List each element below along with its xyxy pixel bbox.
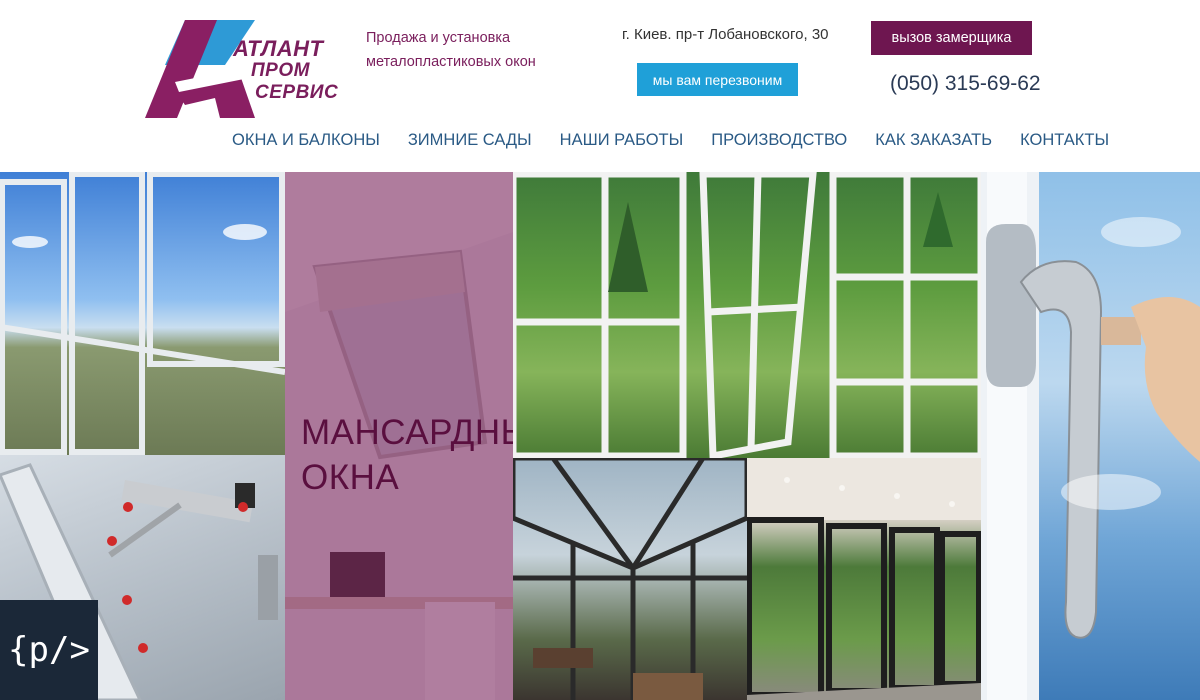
tagline-line-2: металопластиковых окон (366, 54, 536, 70)
main-nav: ОКНА И БАЛКОНЫ ЗИМНИЕ САДЫ НАШИ РАБОТЫ П… (232, 131, 1137, 150)
phone-number[interactable]: (050) 315-69-62 (890, 72, 1041, 96)
callback-button[interactable]: мы вам перезвоним (637, 63, 798, 96)
nav-item-production[interactable]: ПРОИЗВОДСТВО (711, 131, 847, 150)
garden-window-frame-graphic (513, 172, 981, 458)
winter-garden-photo[interactable] (513, 458, 747, 700)
sliding-doors-photo[interactable] (747, 458, 981, 700)
sliding-doors-frame-graphic (747, 458, 981, 700)
call-measurer-button[interactable]: вызов замерщика (871, 21, 1032, 55)
logo-line-3: СЕРВИС (255, 82, 339, 103)
page: АТЛАНТ ПРОМ СЕРВИС Продажа и установка м… (0, 0, 1200, 700)
site-builder-badge[interactable]: {p/> (0, 600, 98, 700)
attic-caption-line-2: ОКНА (301, 458, 400, 497)
window-handle-photo[interactable] (981, 172, 1200, 700)
winter-garden-frame-graphic (513, 458, 747, 700)
attic-windows-caption: МАНСАРДНЫЕ ОКНА (301, 410, 513, 500)
nav-item-winter-gardens[interactable]: ЗИМНИЕ САДЫ (408, 131, 532, 150)
garden-view-windows-photo[interactable] (513, 172, 981, 458)
attic-caption-line-1: МАНСАРДНЫЕ (301, 413, 513, 452)
address: г. Киев. пр-т Лобановского, 30 (622, 26, 829, 43)
balcony-frame-graphic (0, 172, 285, 455)
nav-item-our-works[interactable]: НАШИ РАБОТЫ (560, 131, 684, 150)
company-logo[interactable]: АТЛАНТ ПРОМ СЕРВИС (145, 20, 339, 120)
logo-line-1: АТЛАНТ (233, 36, 324, 61)
nav-item-contacts[interactable]: КОНТАКТЫ (1020, 131, 1109, 150)
window-handle-graphic (981, 172, 1200, 700)
attic-windows-photo[interactable]: МАНСАРДНЫЕ ОКНА (285, 172, 513, 700)
balcony-windows-photo[interactable] (0, 172, 285, 455)
nav-item-how-to-order[interactable]: КАК ЗАКАЗАТЬ (875, 131, 992, 150)
tagline: Продажа и установка металопластиковых ок… (366, 26, 566, 74)
nav-item-windows-balconies[interactable]: ОКНА И БАЛКОНЫ (232, 131, 380, 150)
tagline-line-1: Продажа и установка (366, 30, 511, 46)
product-gallery: МАНСАРДНЫЕ ОКНА (0, 172, 1200, 700)
logo-line-2: ПРОМ (251, 60, 310, 81)
site-header: АТЛАНТ ПРОМ СЕРВИС Продажа и установка м… (0, 0, 1200, 172)
